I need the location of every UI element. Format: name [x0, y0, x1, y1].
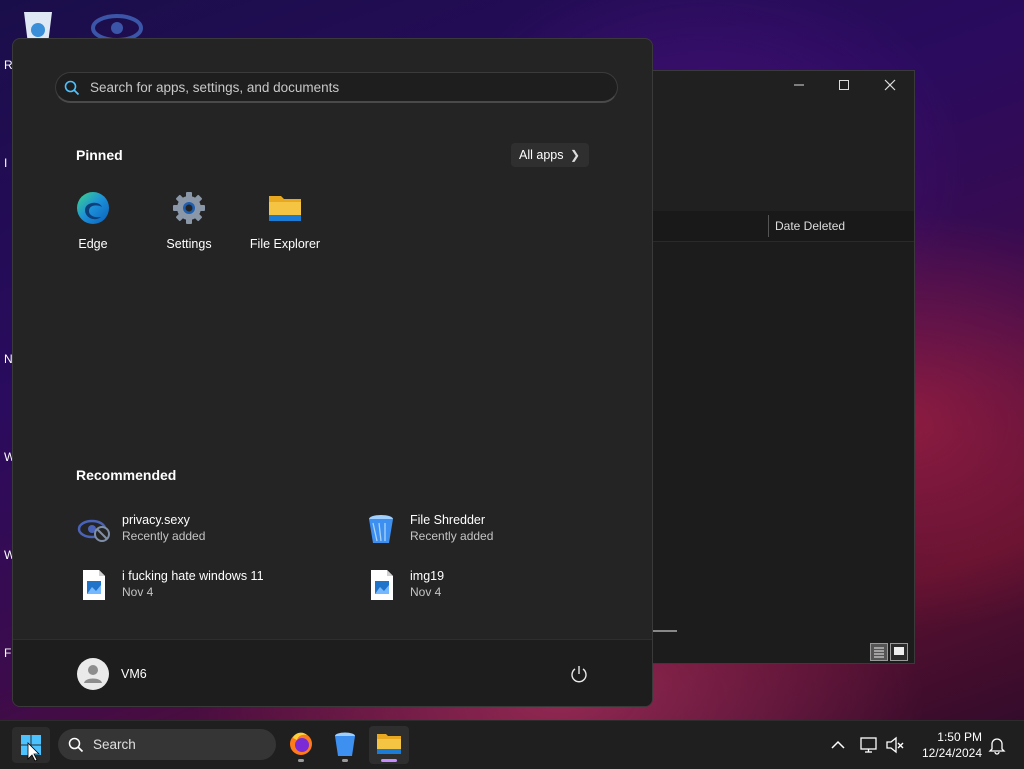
taskbar-search[interactable]: Search	[58, 729, 276, 760]
running-indicator	[298, 759, 304, 762]
taskbar-app-file-explorer[interactable]	[369, 726, 409, 764]
recommended-item-privacy-sexy[interactable]: privacy.sexy Recently added	[77, 511, 337, 547]
folder-icon	[377, 734, 401, 754]
taskbar-app-firefox[interactable]	[281, 726, 321, 764]
pinned-app-label: Edge	[78, 237, 108, 251]
taskbar: Search 1:50 PM 12/24/2024	[0, 720, 1024, 769]
horizontal-scrollbar[interactable]	[653, 630, 677, 632]
taskbar-search-label: Search	[93, 737, 136, 752]
recommended-item-name: File Shredder	[410, 513, 486, 527]
running-indicator	[342, 759, 348, 762]
search-icon	[64, 80, 80, 96]
speaker-muted-icon[interactable]	[885, 735, 905, 755]
recommended-item-file-shredder[interactable]: File Shredder Recently added	[365, 511, 625, 547]
maximize-icon	[839, 80, 849, 90]
windows-logo-icon	[21, 735, 41, 762]
recommended-item-img19[interactable]: img19 Nov 4	[365, 567, 625, 603]
recycle-bin-window[interactable]: Date Deleted	[653, 70, 915, 664]
recommended-title: Recommended	[76, 467, 177, 483]
pinned-app-settings[interactable]: Settings	[141, 190, 237, 251]
user-icon	[84, 665, 102, 683]
recommended-item-image-file[interactable]: i fucking hate windows 11 Nov 4	[77, 567, 337, 603]
taskbar-clock[interactable]: 1:50 PM 12/24/2024	[910, 729, 982, 761]
large-icons-view-button[interactable]	[890, 643, 908, 661]
user-avatar[interactable]	[77, 658, 109, 690]
close-icon	[884, 79, 896, 91]
active-indicator	[381, 759, 397, 762]
desktop-label-partial: I	[4, 156, 8, 170]
recommended-item-name: i fucking hate windows 11	[122, 569, 264, 583]
window-titlebar[interactable]	[653, 71, 914, 211]
column-header-bar: Date Deleted	[653, 211, 914, 242]
all-apps-button[interactable]: All apps ❯	[511, 143, 589, 167]
image-file-icon	[83, 570, 105, 600]
image-file-icon	[371, 570, 393, 600]
details-view-icon	[874, 647, 884, 658]
pinned-app-label: File Explorer	[249, 237, 321, 251]
edge-icon	[77, 192, 109, 224]
settings-gear-icon	[173, 192, 205, 224]
column-date-deleted[interactable]: Date Deleted	[775, 219, 845, 233]
pinned-title: Pinned	[76, 147, 123, 163]
power-icon[interactable]	[569, 664, 589, 684]
taskbar-app-file-shredder[interactable]	[325, 726, 365, 764]
user-name[interactable]: VM6	[121, 667, 147, 681]
search-placeholder: Search for apps, settings, and documents	[90, 80, 340, 95]
view-toggle	[870, 643, 908, 661]
chevron-right-icon: ❯	[569, 148, 580, 162]
recommended-item-name: privacy.sexy	[122, 513, 190, 527]
maximize-button[interactable]	[824, 75, 864, 97]
recommended-item-subtitle: Recently added	[410, 529, 494, 543]
pinned-app-edge[interactable]: Edge	[45, 190, 141, 251]
pinned-app-label: Settings	[166, 237, 212, 251]
start-button[interactable]	[12, 727, 50, 763]
start-search-input[interactable]: Search for apps, settings, and documents	[55, 72, 618, 103]
recommended-item-subtitle: Nov 4	[122, 585, 154, 599]
minimize-icon	[794, 84, 804, 86]
minimize-button[interactable]	[779, 75, 819, 97]
clock-date: 12/24/2024	[921, 746, 982, 760]
recommended-item-subtitle: Recently added	[122, 529, 206, 543]
shredder-bin-icon	[369, 515, 393, 543]
start-footer: VM6	[13, 639, 652, 706]
privacy-eye-icon	[77, 519, 110, 542]
network-icon[interactable]	[859, 735, 879, 755]
all-apps-label: All apps	[519, 148, 564, 162]
large-icons-view-icon	[894, 647, 904, 655]
column-divider[interactable]	[768, 215, 769, 237]
recommended-item-subtitle: Nov 4	[410, 585, 442, 599]
notification-bell-icon[interactable]	[987, 735, 1007, 755]
details-view-button[interactable]	[870, 643, 888, 661]
pinned-app-file-explorer[interactable]: File Explorer	[237, 190, 333, 251]
start-menu: Search for apps, settings, and documents…	[12, 38, 653, 707]
recommended-item-name: img19	[410, 569, 445, 583]
shredder-bin-icon	[335, 732, 355, 756]
clock-time: 1:50 PM	[937, 730, 982, 744]
firefox-icon	[290, 732, 312, 755]
close-button[interactable]	[870, 75, 910, 97]
search-icon	[68, 737, 84, 753]
chevron-up-icon[interactable]	[828, 735, 848, 755]
folder-icon	[269, 196, 301, 221]
